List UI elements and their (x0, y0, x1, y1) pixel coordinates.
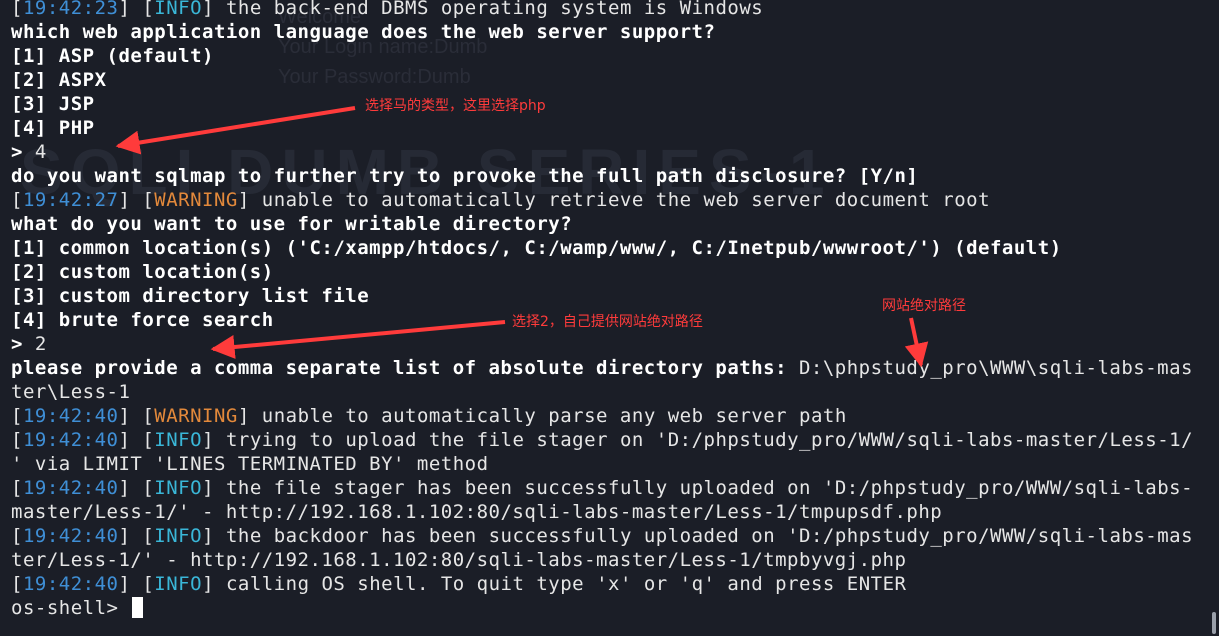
annotation-absolute-path: 网站绝对路径 (882, 298, 966, 314)
arrow-to-custom-path-input (210, 320, 506, 359)
terminal-window[interactable]: Welcome Your Login name:Dumb Your Passwo… (0, 0, 1219, 636)
annotation-choose-php: 选择马的类型，这里选择php (365, 98, 546, 114)
annotation-choose-custom-location: 选择2，自己提供网站绝对路径 (512, 314, 703, 330)
arrow-to-absolute-path (904, 317, 929, 368)
arrow-to-php-input (115, 106, 356, 155)
vertical-scrollbar[interactable] (1212, 612, 1216, 634)
